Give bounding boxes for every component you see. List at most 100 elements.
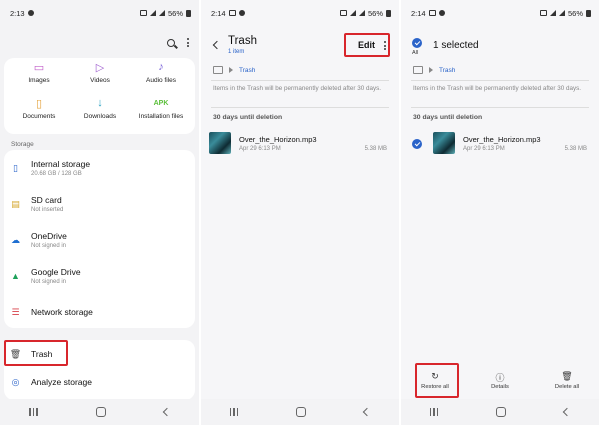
storage-onedrive[interactable]: ☁ OneDrive Not signed in	[4, 222, 195, 258]
categories-card: ▭ Images ▷ Videos ♪ Audio files ▯ Docume…	[4, 58, 195, 134]
file-row-selected[interactable]: Over_the_Horizon.mp3 Apr 29 6:13 PM 5.38…	[401, 131, 599, 157]
select-all-label: All	[412, 50, 419, 56]
deletion-section-header: 30 days until deletion	[413, 114, 483, 121]
file-thumbnail	[433, 132, 455, 154]
sd-card-icon: ▤	[11, 198, 20, 209]
video-icon: ▷	[95, 61, 105, 74]
home-folder-icon[interactable]	[413, 66, 423, 74]
details-button[interactable]: ⓘ Details	[480, 371, 520, 390]
navigation-bar	[201, 399, 399, 425]
more-options-icon[interactable]	[187, 38, 189, 47]
trash-info-text: Items in the Trash will be permanently d…	[413, 85, 582, 92]
home-folder-icon[interactable]	[213, 66, 223, 74]
file-size: 5.38 MB	[564, 146, 587, 152]
analyze-icon: ◎	[11, 376, 20, 387]
file-checkbox[interactable]	[412, 139, 422, 149]
category-videos[interactable]: ▷ Videos	[69, 60, 131, 85]
navigation-bar	[401, 399, 599, 425]
search-icon[interactable]	[167, 38, 175, 47]
trash-icon: 🗑	[9, 348, 22, 359]
divider	[211, 80, 389, 81]
status-bar: 2:14 56%	[201, 0, 399, 26]
battery-percent: 56%	[367, 8, 383, 18]
breadcrumb: Trash	[213, 66, 255, 74]
select-all-checkbox[interactable]	[412, 38, 422, 48]
recents-icon[interactable]	[429, 408, 439, 416]
category-audio[interactable]: ♪ Audio files	[130, 60, 192, 84]
status-bar: 2:14 56%	[401, 0, 599, 26]
wifi-icon	[149, 10, 156, 16]
music-note-icon: ♪	[158, 61, 164, 73]
trash-selection-screen: 2:14 56% All 1 selected Trash Items in t…	[401, 0, 599, 425]
my-files-home-screen: 2:13 56% ▭ Images ▷ Videos ♪ Audio files…	[0, 0, 199, 425]
status-time: 2:13	[10, 8, 25, 18]
signal-icon	[358, 10, 365, 16]
mute-icon	[339, 10, 347, 16]
recents-icon[interactable]	[229, 408, 239, 416]
delete-all-button[interactable]: 🗑 Delete all	[547, 371, 587, 390]
recents-icon[interactable]	[29, 408, 38, 416]
selection-count-title: 1 selected	[433, 40, 479, 51]
category-installation-files[interactable]: APK Installation files	[130, 96, 192, 121]
delete-icon: 🗑	[561, 371, 573, 381]
page-title: Trash	[228, 35, 257, 47]
battery-icon	[386, 9, 391, 17]
breadcrumb-arrow-icon	[429, 67, 433, 73]
edit-button[interactable]: Edit	[358, 40, 375, 50]
battery-icon	[186, 9, 191, 17]
navigation-bar	[0, 399, 199, 425]
storage-card: ▯ Internal storage 20.68 GB / 128 GB ▤ SD…	[4, 150, 195, 328]
back-icon[interactable]	[562, 407, 572, 417]
category-documents[interactable]: ▯ Documents	[8, 96, 70, 121]
info-icon: ⓘ	[495, 373, 505, 383]
file-name: Over_the_Horizon.mp3	[463, 135, 541, 144]
restore-icon: ↻	[431, 371, 439, 381]
document-icon: ▯	[35, 97, 43, 110]
status-time: 2:14	[211, 8, 226, 18]
settings-status-icon	[438, 10, 445, 16]
deletion-section-header: 30 days until deletion	[213, 114, 283, 121]
gallery-status-icon	[228, 10, 236, 16]
analyze-storage-item[interactable]: ◎ Analyze storage	[4, 368, 195, 396]
file-row[interactable]: Over_the_Horizon.mp3 Apr 29 6:13 PM 5.38…	[201, 131, 399, 157]
back-icon[interactable]	[162, 407, 172, 417]
home-icon[interactable]	[95, 407, 106, 417]
trash-info-text: Items in the Trash will be permanently d…	[213, 85, 382, 92]
settings-status-icon	[238, 10, 245, 16]
divider	[211, 107, 389, 108]
category-downloads[interactable]: ↓ Downloads	[69, 96, 131, 120]
storage-network[interactable]: ☰ Network storage	[4, 294, 195, 330]
download-icon: ↓	[97, 97, 103, 109]
storage-sd-card[interactable]: ▤ SD card Not inserted	[4, 186, 195, 222]
item-count: 1 item	[228, 49, 245, 55]
battery-percent: 56%	[567, 8, 583, 18]
home-icon[interactable]	[496, 407, 507, 417]
file-name: Over_the_Horizon.mp3	[239, 135, 317, 144]
wifi-icon	[349, 10, 356, 16]
back-icon[interactable]	[362, 407, 372, 417]
home-icon[interactable]	[296, 407, 307, 417]
breadcrumb-trash[interactable]: Trash	[239, 67, 255, 74]
trash-analyze-card: 🗑 Trash ◎ Analyze storage	[4, 340, 195, 400]
gallery-status-icon	[428, 10, 436, 16]
status-bar: 2:13 56%	[0, 0, 199, 26]
back-arrow-icon[interactable]	[212, 40, 222, 50]
restore-all-button[interactable]: ↻ Restore all	[415, 371, 455, 390]
trash-item[interactable]: 🗑 Trash	[4, 340, 195, 368]
storage-internal[interactable]: ▯ Internal storage 20.68 GB / 128 GB	[4, 150, 195, 186]
more-options-icon[interactable]	[384, 41, 386, 50]
google-drive-icon: ▲	[11, 271, 20, 281]
image-icon: ▭	[33, 61, 45, 74]
signal-icon	[158, 10, 165, 16]
file-size: 5.38 MB	[364, 146, 387, 152]
file-date: Apr 29 6:13 PM	[463, 146, 505, 152]
breadcrumb-trash[interactable]: Trash	[439, 67, 455, 74]
breadcrumb-arrow-icon	[229, 67, 233, 73]
mute-icon	[539, 10, 547, 16]
file-date: Apr 29 6:13 PM	[239, 146, 281, 152]
category-images[interactable]: ▭ Images	[8, 60, 70, 85]
battery-percent: 56%	[167, 8, 183, 18]
phone-icon: ▯	[13, 162, 18, 173]
storage-google-drive[interactable]: ▲ Google Drive Not signed in	[4, 258, 195, 294]
mute-icon	[139, 10, 147, 16]
